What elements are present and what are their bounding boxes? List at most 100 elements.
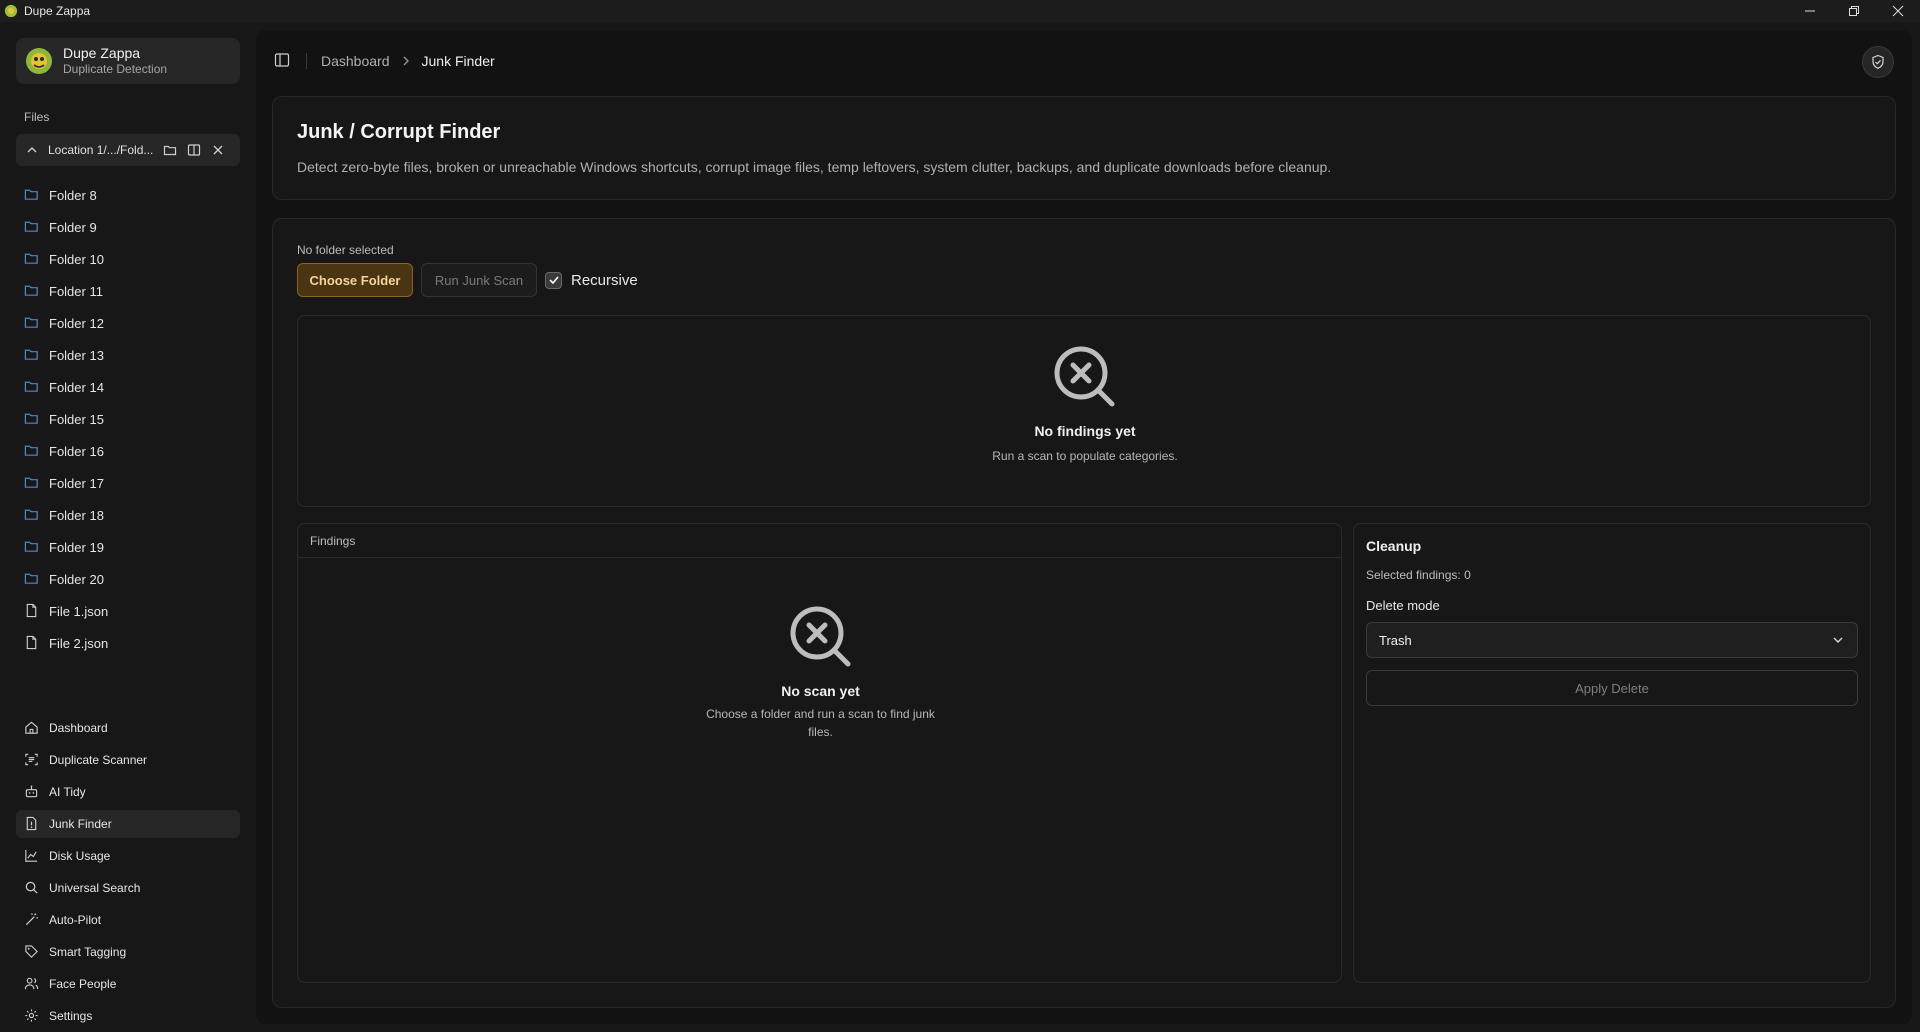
file-tree-item-label: Folder 20 (49, 571, 104, 587)
delete-mode-select[interactable]: Trash (1366, 622, 1858, 658)
location-bar: Location 1/.../Fold... (16, 134, 240, 166)
file-tree-item-label: Folder 8 (49, 187, 97, 203)
file-tree-item[interactable]: File 2.json (16, 627, 240, 659)
nav-item-universal-search[interactable]: Universal Search (16, 874, 240, 902)
page-description: Detect zero-byte files, broken or unreac… (297, 159, 1332, 175)
chart-icon (24, 848, 40, 864)
folder-icon (24, 443, 40, 459)
chevron-up-icon[interactable] (24, 142, 40, 158)
nav-item-label: Disk Usage (49, 849, 111, 863)
cleanup-panel: Cleanup Selected findings: 0 Delete mode… (1353, 523, 1871, 983)
file-tree-item-label: Folder 12 (49, 315, 104, 331)
nav-item-dashboard[interactable]: Dashboard (16, 714, 240, 742)
close-icon (1892, 5, 1904, 17)
file-tree-item[interactable]: Folder 16 (16, 435, 240, 467)
file-icon (24, 603, 40, 619)
check-icon (548, 276, 559, 285)
folder-icon (24, 219, 40, 235)
nav-item-label: Face People (49, 977, 117, 991)
breadcrumb-dashboard[interactable]: Dashboard (321, 53, 390, 69)
brand-subtitle: Duplicate Detection (63, 62, 168, 76)
folder-icon (24, 539, 40, 555)
bot-icon (24, 784, 40, 800)
file-icon (24, 635, 40, 651)
folder-icon (24, 507, 40, 523)
file-tree-item[interactable]: Folder 14 (16, 371, 240, 403)
split-view-icon[interactable] (186, 142, 202, 158)
run-junk-scan-button[interactable]: Run Junk Scan (421, 263, 537, 297)
nav-item-duplicate-scanner[interactable]: Duplicate Scanner (16, 746, 240, 774)
nav-item-ai-tidy[interactable]: AI Tidy (16, 778, 240, 806)
toggle-sidebar-icon[interactable] (274, 52, 292, 70)
close-window-button[interactable] (1876, 0, 1920, 22)
folder-icon (24, 571, 40, 587)
folder-status: No folder selected (297, 243, 394, 257)
window-title: Dupe Zappa (24, 4, 91, 18)
file-tree-item[interactable]: Folder 19 (16, 531, 240, 563)
tag-icon (24, 944, 40, 960)
findings-empty-subtitle-line2: files. (808, 725, 833, 739)
file-tree-item[interactable]: File 1.json (16, 595, 240, 627)
file-tree-item[interactable]: Folder 18 (16, 499, 240, 531)
nav-item-label: Settings (49, 1009, 93, 1023)
file-tree-item-label: Folder 13 (49, 347, 104, 363)
nav-item-label: Universal Search (49, 881, 141, 895)
file-tree-item[interactable]: Folder 13 (16, 339, 240, 371)
app-logo-icon (4, 4, 18, 18)
scan-icon (24, 752, 40, 768)
folder-icon (24, 411, 40, 427)
shield-button[interactable] (1862, 46, 1894, 78)
file-tree-item[interactable]: Folder 9 (16, 211, 240, 243)
search-x-icon (298, 342, 1872, 415)
file-tree-item-label: Folder 19 (49, 539, 104, 555)
gear-icon (24, 1008, 40, 1024)
nav-item-smart-tagging[interactable]: Smart Tagging (16, 938, 240, 966)
file-tree-item-label: Folder 18 (49, 507, 104, 523)
breadcrumb-current: Junk Finder (421, 53, 495, 69)
file-tree-item[interactable]: Folder 10 (16, 243, 240, 275)
findings-header: Findings (298, 524, 1341, 558)
restore-icon (1849, 6, 1859, 16)
file-tree-item-label: Folder 14 (49, 379, 104, 395)
restore-button[interactable] (1832, 0, 1876, 22)
shield-check-icon (1872, 54, 1884, 69)
minimize-button[interactable] (1788, 0, 1832, 22)
selected-findings-count: Selected findings: 0 (1366, 568, 1471, 582)
chevron-right-icon (400, 55, 412, 67)
file-tree-item[interactable]: Folder 11 (16, 275, 240, 307)
choose-folder-button[interactable]: Choose Folder (297, 263, 413, 297)
folder-open-icon[interactable] (162, 142, 178, 158)
wand-icon (24, 912, 40, 928)
categories-panel: No findings yet Run a scan to populate c… (297, 315, 1871, 507)
cleanup-title: Cleanup (1366, 538, 1422, 554)
recursive-checkbox[interactable] (545, 271, 562, 289)
nav-item-face-people[interactable]: Face People (16, 970, 240, 998)
brand-name: Dupe Zappa (63, 45, 141, 61)
recursive-label: Recursive (571, 271, 638, 289)
home-icon (24, 720, 40, 736)
page-title: Junk / Corrupt Finder (297, 121, 501, 143)
users-icon (24, 976, 40, 992)
file-tree-item[interactable]: Folder 8 (16, 179, 240, 211)
sidebar: Dupe Zappa Duplicate Detection Files Loc… (0, 22, 256, 1032)
file-tree-item[interactable]: Folder 17 (16, 467, 240, 499)
nav-item-auto-pilot[interactable]: Auto-Pilot (16, 906, 240, 934)
brand-logo-icon (26, 48, 52, 74)
folder-icon (24, 315, 40, 331)
close-icon[interactable] (210, 142, 226, 158)
recursive-toggle[interactable]: Recursive (545, 263, 638, 297)
nav-item-junk-finder[interactable]: Junk Finder (16, 810, 240, 838)
folder-icon (24, 379, 40, 395)
nav-item-disk-usage[interactable]: Disk Usage (16, 842, 240, 870)
categories-empty-subtitle: Run a scan to populate categories. (992, 449, 1178, 463)
nav-item-label: AI Tidy (49, 785, 86, 799)
search-icon (24, 880, 40, 896)
nav-item-settings[interactable]: Settings (16, 1002, 240, 1030)
apply-delete-button[interactable]: Apply Delete (1366, 670, 1858, 706)
file-tree-item[interactable]: Folder 12 (16, 307, 240, 339)
file-tree-item[interactable]: Folder 20 (16, 563, 240, 595)
nav-item-label: Junk Finder (49, 817, 112, 831)
brand-card[interactable]: Dupe Zappa Duplicate Detection (16, 38, 240, 84)
search-x-icon (298, 602, 1343, 675)
file-tree-item[interactable]: Folder 15 (16, 403, 240, 435)
